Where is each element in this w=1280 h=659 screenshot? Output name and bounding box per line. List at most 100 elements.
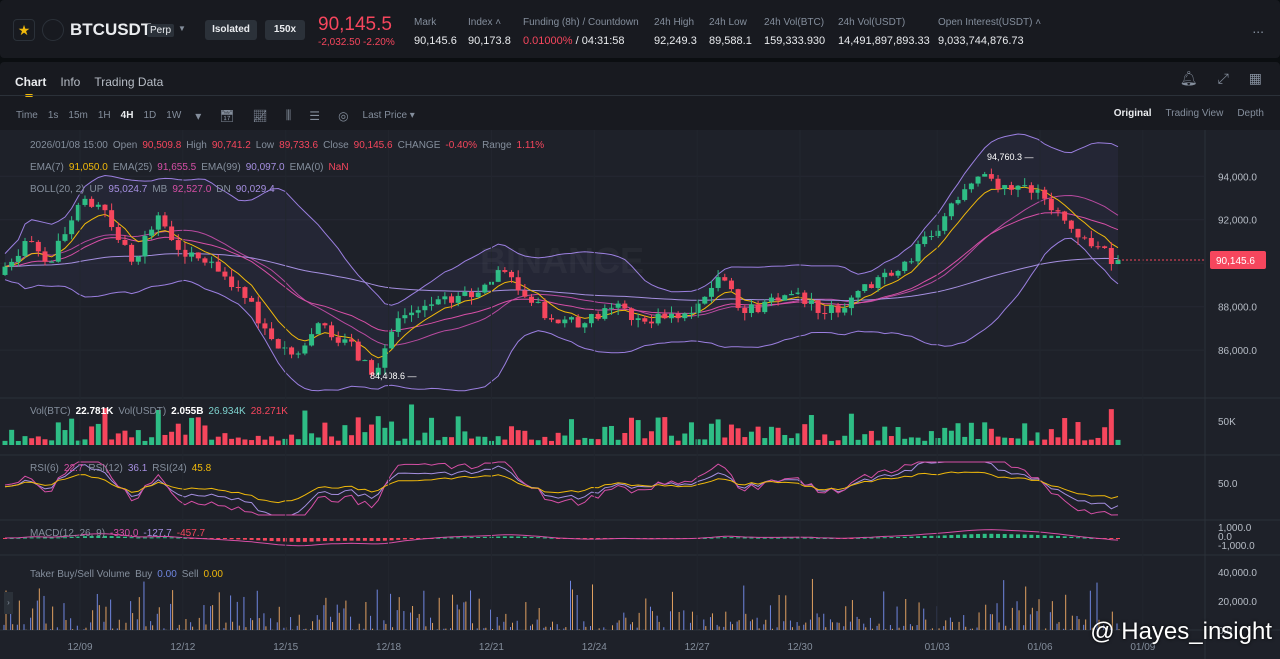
candle-body — [202, 258, 208, 263]
interval-time[interactable]: Time — [16, 110, 38, 121]
taker-axis-label: 20,000.0 — [1218, 597, 1257, 608]
interval-4h[interactable]: 4H — [121, 110, 134, 121]
macd-histogram-bar — [916, 536, 921, 538]
candle-type-icon[interactable]: ⫼ — [286, 108, 292, 123]
volume-bar — [142, 440, 148, 445]
candle-body — [1022, 185, 1028, 187]
candle-body — [435, 299, 441, 305]
volume-bar — [835, 440, 841, 445]
candle-body — [662, 313, 668, 319]
candle-body — [1095, 246, 1101, 248]
volume-bar — [895, 427, 901, 445]
candle-body — [535, 301, 541, 303]
macd-histogram-bar — [496, 536, 501, 538]
tab-chart[interactable]: Chart — [15, 75, 46, 97]
settings-icon[interactable]: ☰ — [309, 109, 320, 123]
volume-bar — [848, 413, 854, 445]
tab-info[interactable]: Info — [60, 75, 80, 89]
calendar-icon[interactable]: 📅︎ — [219, 109, 234, 123]
candle-body — [748, 304, 754, 313]
interval-1h[interactable]: 1H — [98, 110, 111, 121]
interval-15m[interactable]: 15m — [68, 110, 87, 121]
macd-histogram-bar — [996, 533, 1001, 538]
chevron-down-icon[interactable]: ▼ — [178, 24, 186, 33]
candle-body — [349, 339, 355, 342]
volume-bar — [22, 436, 28, 445]
interval-1d[interactable]: 1D — [143, 110, 156, 121]
time-tick-label: 12/27 — [685, 642, 710, 653]
macd-histogram-bar — [509, 536, 514, 538]
favorite-star-icon[interactable]: ★ — [13, 19, 35, 41]
volume-bar — [602, 426, 608, 445]
candle-body — [262, 323, 268, 329]
last-price-badge-label: 90,145.6 — [1216, 256, 1255, 267]
volume-bar — [615, 439, 621, 445]
macd-legend: MACD(12, 26, 9) -330.0 -127.7 -457.7 — [30, 528, 206, 539]
more-icon[interactable]: ... — [1252, 20, 1264, 36]
time-tick-label: 12/18 — [376, 642, 401, 653]
candle-body — [229, 276, 235, 288]
volume-bar — [1062, 418, 1068, 445]
margin-mode-button[interactable]: Isolated — [205, 20, 257, 40]
volume-bar — [682, 433, 688, 445]
candle-body — [542, 301, 548, 319]
volume-bar — [908, 437, 914, 445]
time-tick-label: 12/21 — [479, 642, 504, 653]
view-original[interactable]: Original — [1114, 108, 1152, 119]
tab-trading-data[interactable]: Trading Data — [94, 75, 163, 89]
candle-body — [875, 277, 881, 288]
bell-icon[interactable]: 🔔︎ — [1180, 70, 1198, 87]
interval-1w[interactable]: 1W — [166, 110, 181, 121]
candle-body — [728, 280, 734, 290]
volume-bar — [1115, 439, 1121, 445]
candle-body — [15, 255, 21, 262]
candle-body — [189, 252, 195, 257]
volume-bar — [402, 438, 408, 445]
volume-bar — [962, 436, 968, 445]
volume-bar — [988, 428, 994, 445]
volume-bar — [82, 439, 88, 445]
volume-bar — [1015, 438, 1021, 445]
volume-bar — [888, 436, 894, 445]
time-tick-label: 12/15 — [273, 642, 298, 653]
candle-body — [529, 296, 535, 303]
volume-bar — [535, 440, 541, 445]
candle-body — [1055, 210, 1061, 212]
macd-histogram-bar — [362, 538, 367, 541]
candle-body — [269, 328, 275, 340]
expand-sidebar-button[interactable]: › — [4, 592, 13, 614]
ticker-header: ★ BTCUSDT Perp ▼ Isolated 150x 90,145.5 … — [0, 0, 1280, 58]
volume-bar — [95, 423, 101, 445]
candle-body — [322, 323, 328, 326]
view-depth[interactable]: Depth — [1237, 108, 1264, 119]
symbol[interactable]: BTCUSDT — [70, 20, 151, 40]
indicator-icon[interactable]: 📈︎ — [253, 109, 268, 123]
expand-icon[interactable]: ⤢ — [1218, 70, 1229, 87]
macd-histogram-bar — [1009, 534, 1014, 538]
macd-histogram-bar — [896, 536, 901, 538]
candle-body — [302, 345, 308, 354]
volume-bar — [209, 439, 215, 445]
candle-body — [149, 229, 155, 236]
time-tick-label: 01/06 — [1027, 642, 1052, 653]
candle-body — [9, 261, 15, 267]
candle-body — [988, 174, 994, 179]
volume-bar — [748, 431, 754, 445]
candle-body — [788, 294, 794, 296]
layout-grid-icon[interactable]: ▦ — [1249, 70, 1262, 87]
volume-bar — [995, 436, 1001, 445]
candle-body — [215, 261, 221, 272]
interval-dropdown-icon[interactable]: ▾ — [195, 109, 201, 123]
leverage-button[interactable]: 150x — [265, 20, 305, 40]
target-icon[interactable]: ◎ — [338, 109, 348, 123]
candle-body — [315, 323, 321, 335]
volume-bar — [362, 432, 368, 445]
candle-body — [1062, 211, 1068, 221]
volume-bar — [942, 427, 948, 445]
candle-body — [115, 227, 121, 240]
candle-body — [708, 287, 714, 297]
price-type-dropdown[interactable]: Last Price ▾ — [363, 110, 415, 121]
candle-body — [29, 241, 35, 243]
view-trading-view[interactable]: Trading View — [1166, 108, 1224, 119]
interval-1s[interactable]: 1s — [48, 110, 59, 121]
